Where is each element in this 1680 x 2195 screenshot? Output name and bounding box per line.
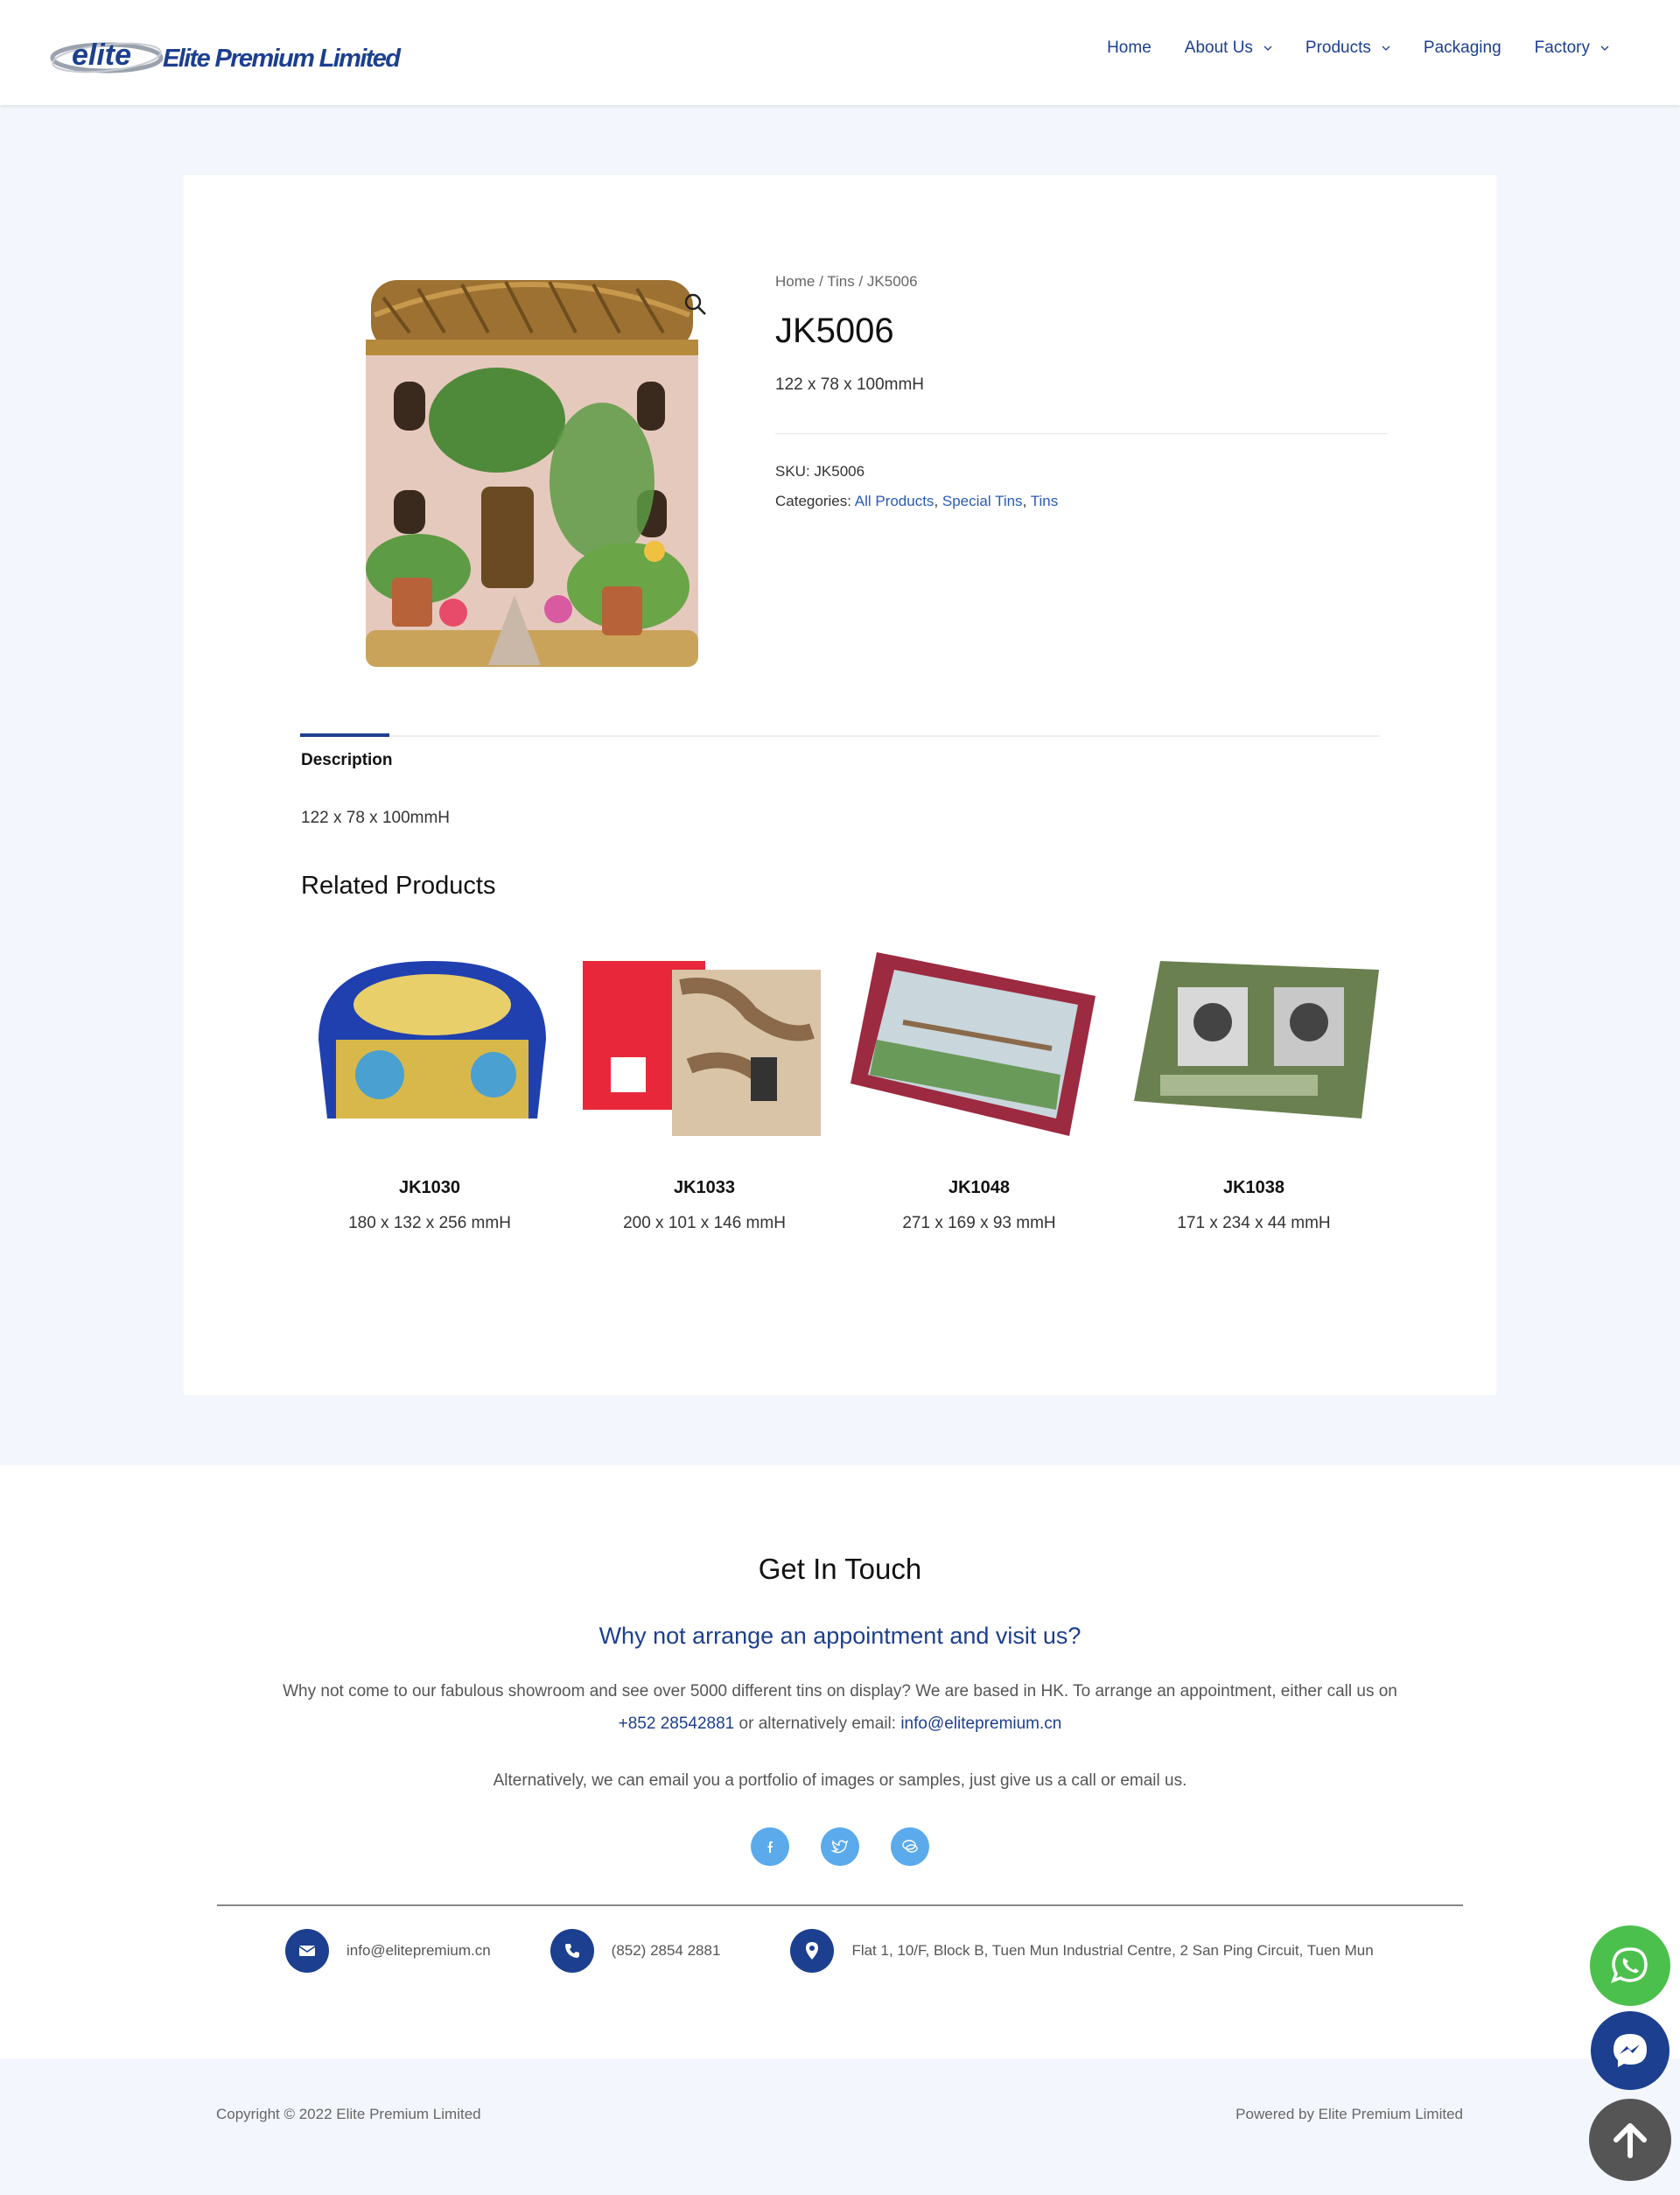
related-product-name[interactable]: JK1033	[576, 1178, 833, 1198]
contact-paragraph-prefix: Why not come to our fabulous showroom an…	[283, 1682, 1397, 1701]
phone-link[interactable]: +852 28542881	[619, 1715, 735, 1733]
twitter-icon[interactable]	[821, 1827, 859, 1866]
sku-row: SKU: JK5006	[775, 457, 1388, 487]
nav-home[interactable]: Home	[1090, 39, 1168, 58]
related-product-image[interactable]	[1125, 935, 1382, 1141]
chat-icon[interactable]	[891, 1827, 929, 1866]
copyright-text: Copyright © 2022 Elite Premium Limited	[216, 2106, 481, 2122]
breadcrumb-category[interactable]: Tins	[827, 273, 855, 290]
contact-section: Get In Touch Why not arrange an appointm…	[0, 1465, 1680, 2058]
categories-label: Categories:	[775, 493, 855, 509]
scroll-to-top-button[interactable]	[1589, 2099, 1671, 2181]
svg-text:Elite Premium Limited: Elite Premium Limited	[163, 45, 402, 73]
categories-row: Categories: All Products, Special Tins, …	[775, 493, 1059, 509]
facebook-icon[interactable]	[751, 1827, 789, 1866]
info-address: Flat 1, 10/F, Block B, Tuen Mun Industri…	[790, 1929, 1374, 1973]
related-product-name[interactable]: JK1048	[850, 1178, 1108, 1198]
chevron-down-icon	[1382, 46, 1390, 51]
breadcrumb-separator: /	[854, 273, 867, 290]
category-link-tins[interactable]: Tins	[1031, 493, 1059, 509]
svg-text:elite: elite	[72, 39, 131, 72]
related-product-size: 180 x 132 x 256 mmH	[348, 1214, 511, 1232]
related-products-title: Related Products	[301, 872, 496, 900]
category-link-all-products[interactable]: All Products	[855, 493, 934, 509]
nav-packaging[interactable]: Packaging	[1407, 39, 1518, 58]
related-product-image[interactable]	[850, 935, 1108, 1141]
nav-factory[interactable]: Factory	[1518, 39, 1626, 58]
divider	[217, 1904, 1463, 1906]
powered-by-text: Powered by Elite Premium Limited	[1236, 2106, 1463, 2122]
related-product-size: 200 x 101 x 146 mmH	[623, 1214, 786, 1232]
nav-about-us-label: About Us	[1184, 39, 1253, 57]
contact-paragraph-2: Alternatively, we can email you a portfo…	[493, 1771, 1187, 1790]
contact-subheading: Why not arrange an appointment and visit…	[598, 1623, 1082, 1649]
messenger-icon	[1614, 2034, 1647, 2067]
related-product-size: 171 x 234 x 44 mmH	[1177, 1214, 1331, 1232]
product-card: Home / Tins / JK5006 JK5006 122 x 78 x 1…	[184, 175, 1496, 1395]
arrow-up-icon	[1614, 2123, 1647, 2158]
map-pin-icon	[790, 1929, 835, 1973]
site-header: elite Elite Premium Limited Home About U…	[0, 0, 1680, 105]
breadcrumb-separator: /	[815, 273, 828, 290]
site-footer: Copyright © 2022 Elite Premium Limited P…	[0, 2058, 1680, 2195]
chevron-down-icon	[1600, 46, 1609, 51]
envelope-icon	[285, 1929, 329, 1973]
chevron-down-icon	[1264, 46, 1272, 51]
product-meta: SKU: JK5006 Categories: All Products, Sp…	[775, 457, 1388, 516]
related-product-name[interactable]: JK1030	[301, 1178, 558, 1198]
related-product[interactable]: JK1030 180 x 132 x 256 mmH	[301, 935, 558, 1233]
email-link[interactable]: info@elitepremium.cn	[900, 1715, 1061, 1733]
info-phone[interactable]: (852) 2854 2881	[550, 1929, 721, 1973]
description-text: 122 x 78 x 100mmH	[301, 809, 451, 827]
tabs-divider	[300, 735, 1380, 737]
info-email-text: info@elitepremium.cn	[346, 1942, 491, 1959]
sku-value: JK5006	[814, 463, 865, 480]
product-summary: Home / Tins / JK5006 JK5006 122 x 78 x 1…	[775, 273, 1388, 516]
nav-products[interactable]: Products	[1289, 39, 1407, 58]
related-product-size: 271 x 169 x 93 mmH	[902, 1214, 1056, 1232]
nav-home-label: Home	[1107, 39, 1152, 57]
nav-factory-label: Factory	[1534, 39, 1590, 57]
info-phone-text: (852) 2854 2881	[611, 1942, 721, 1959]
breadcrumb-current: JK5006	[866, 273, 918, 290]
divider	[775, 433, 1388, 434]
social-links	[0, 1827, 1680, 1866]
related-product[interactable]: JK1033 200 x 101 x 146 mmH	[576, 935, 833, 1233]
nav-packaging-label: Packaging	[1423, 39, 1502, 57]
tab-description[interactable]: Description	[301, 751, 393, 770]
contact-info-row: info@elitepremium.cn (852) 2854 2881 Fla…	[285, 1929, 1374, 1973]
related-product[interactable]: JK1048 271 x 169 x 93 mmH	[850, 935, 1108, 1233]
zoom-magnifier-icon[interactable]	[682, 291, 709, 318]
breadcrumb-home[interactable]: Home	[775, 273, 815, 290]
related-product-image[interactable]	[301, 935, 558, 1141]
breadcrumb: Home / Tins / JK5006	[775, 273, 1388, 291]
info-address-text: Flat 1, 10/F, Block B, Tuen Mun Industri…	[851, 1942, 1374, 1959]
contact-heading: Get In Touch	[758, 1553, 922, 1585]
sku-label: SKU:	[775, 463, 815, 480]
contact-paragraph: Why not come to our fabulous showroom an…	[271, 1675, 1409, 1740]
whatsapp-button[interactable]	[1590, 1925, 1670, 2006]
related-product[interactable]: JK1038 171 x 234 x 44 mmH	[1125, 935, 1382, 1233]
main-navigation: Home About Us Products Packaging Factory	[1090, 39, 1626, 58]
product-image[interactable]	[340, 263, 724, 700]
phone-icon	[550, 1929, 594, 1973]
messenger-button[interactable]	[1591, 2011, 1670, 2090]
related-product-image[interactable]	[576, 935, 833, 1141]
category-link-special-tins[interactable]: Special Tins	[942, 493, 1023, 509]
tab-active-indicator	[300, 733, 389, 737]
contact-paragraph-mid: or alternatively email:	[734, 1715, 901, 1733]
product-title: JK5006	[775, 312, 894, 350]
info-email[interactable]: info@elitepremium.cn	[285, 1929, 491, 1973]
nav-products-label: Products	[1305, 39, 1371, 57]
site-logo[interactable]: elite Elite Premium Limited	[49, 33, 416, 77]
related-products-list: JK1030 180 x 132 x 256 mmH JK1033 200 x …	[301, 935, 1382, 1233]
product-short-description: 122 x 78 x 100mmH	[775, 375, 925, 394]
nav-about-us[interactable]: About Us	[1168, 39, 1289, 58]
whatsapp-icon	[1611, 1947, 1648, 1983]
related-product-name[interactable]: JK1038	[1125, 1178, 1382, 1198]
